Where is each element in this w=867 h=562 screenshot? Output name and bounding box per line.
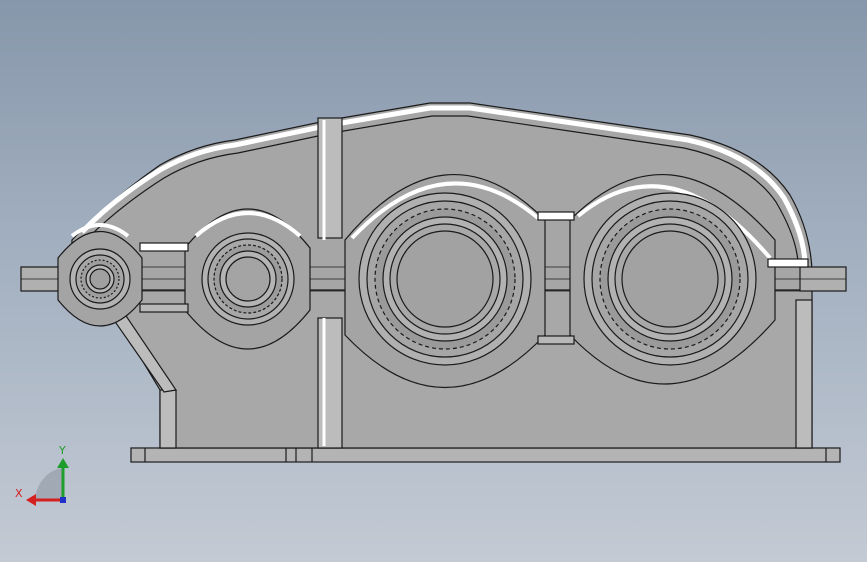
cad-graphics-viewport[interactable]: Y X [0,0,867,562]
right-rib-lower [795,299,813,449]
central-rib-upper [317,117,343,239]
gearbox-housing-model[interactable] [20,102,847,463]
z-axis-marker [60,497,66,503]
left-rib-lower [159,389,177,449]
base-plate [130,447,841,463]
boss-connector-lower [139,303,189,313]
boss-connector [537,211,575,221]
central-rib-lower [317,317,343,449]
x-axis-label: X [15,487,23,500]
triad-origin-shading [34,468,62,500]
x-axis-arrow [26,494,36,506]
y-axis-arrow [57,458,69,468]
bearing-intermediate-shaft-1[interactable] [201,232,295,326]
boss-connector-lower [537,335,575,345]
bearing-input-shaft[interactable] [69,248,131,310]
coordinate-triad: Y X [15,444,69,506]
bearing-output-shaft[interactable] [583,192,757,366]
boss-connector [767,258,809,268]
bearing-intermediate-shaft-2[interactable] [358,192,532,366]
boss-connector [139,242,189,252]
y-axis-label: Y [58,444,66,457]
